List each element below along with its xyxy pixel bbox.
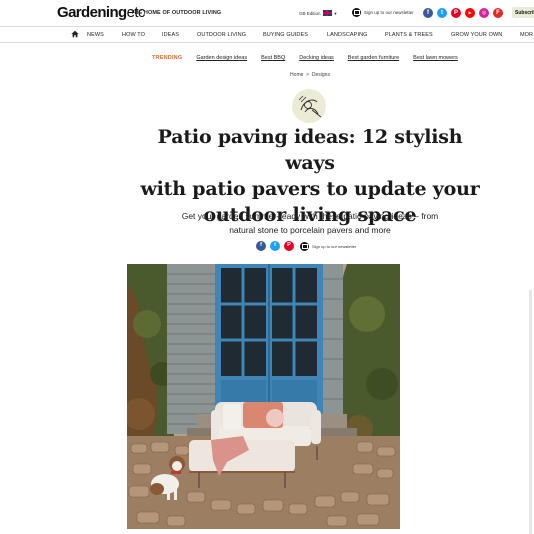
trending-link[interactable]: Decking ideas xyxy=(299,55,334,61)
youtube-icon[interactable]: ▶ xyxy=(465,8,475,18)
twitter-share-icon[interactable]: t xyxy=(270,241,280,251)
trending-label: TRENDING xyxy=(152,55,183,61)
article-standfirst: Get your garden summer-ready with these … xyxy=(181,211,439,235)
breadcrumb-home[interactable]: Home xyxy=(290,72,303,78)
nav-item-news[interactable]: NEWS xyxy=(87,32,104,38)
top-bar: Gardeningetc THE HOME OF OUTDOOR LIVING … xyxy=(0,0,534,26)
nav-item-landscaping[interactable]: LANDSCAPING xyxy=(327,32,368,38)
breadcrumb-section[interactable]: Designs xyxy=(312,72,330,78)
flipboard-icon[interactable]: F xyxy=(493,8,503,18)
mail-icon xyxy=(352,8,361,17)
nav-item-ideas[interactable]: IDEAS xyxy=(162,32,179,38)
nav-item-buying-guides[interactable]: BUYING GUIDES xyxy=(263,32,308,38)
nav-item-how-to[interactable]: HOW TO xyxy=(122,32,145,38)
pinterest-share-icon[interactable]: P xyxy=(284,241,294,251)
site-tagline: THE HOME OF OUTDOOR LIVING xyxy=(131,10,222,16)
trending-link[interactable]: Garden design ideas xyxy=(196,55,247,61)
nav-item-plants-trees[interactable]: PLANTS & TREES xyxy=(385,32,433,38)
trending-link[interactable]: Best lawn mowers xyxy=(413,55,458,61)
scrollbar[interactable] xyxy=(529,290,532,534)
home-icon[interactable] xyxy=(71,30,79,38)
share-row: f t P Sign up to our newsletter xyxy=(256,241,356,251)
nav-item-outdoor-living[interactable]: OUTDOOR LIVING xyxy=(197,32,246,38)
uk-flag-icon xyxy=(322,10,332,16)
edition-label: GB Edition xyxy=(299,10,321,16)
twitter-icon[interactable]: t xyxy=(437,8,447,18)
chevron-down-icon: ▼ xyxy=(333,10,338,16)
newsletter-label: Sign up to our newsletter xyxy=(364,10,414,15)
trending-link[interactable]: Best BBQ xyxy=(261,55,285,61)
main-nav: NEWS HOW TO IDEAS OUTDOOR LIVING BUYING … xyxy=(0,26,534,43)
trending-link[interactable]: Best garden furniture xyxy=(348,55,399,61)
hero-image xyxy=(127,264,400,529)
breadcrumb-separator: > xyxy=(306,72,310,78)
edition-selector[interactable]: GB Edition ▼ xyxy=(299,10,337,16)
breadcrumb: Home > Designs xyxy=(0,72,534,78)
social-links: f t P ▶ ◎ F xyxy=(423,8,503,18)
designs-section-badge-icon xyxy=(292,89,326,123)
share-newsletter-link[interactable]: Sign up to our newsletter xyxy=(300,241,357,251)
pinterest-icon[interactable]: P xyxy=(451,8,461,18)
mail-icon xyxy=(300,241,309,251)
nav-item-grow-your-own[interactable]: GROW YOUR OWN xyxy=(451,32,502,38)
facebook-share-icon[interactable]: f xyxy=(256,241,266,251)
newsletter-signup-link[interactable]: Sign up to our newsletter xyxy=(352,8,414,17)
subscribe-button[interactable]: Subscribe xyxy=(512,7,534,18)
facebook-icon[interactable]: f xyxy=(423,8,433,18)
trending-bar: TRENDING Garden design ideas Best BBQ De… xyxy=(152,55,458,61)
nav-item-more[interactable]: MOR xyxy=(520,32,533,38)
share-newsletter-label: Sign up to our newsletter xyxy=(312,243,357,249)
instagram-icon[interactable]: ◎ xyxy=(479,8,489,18)
